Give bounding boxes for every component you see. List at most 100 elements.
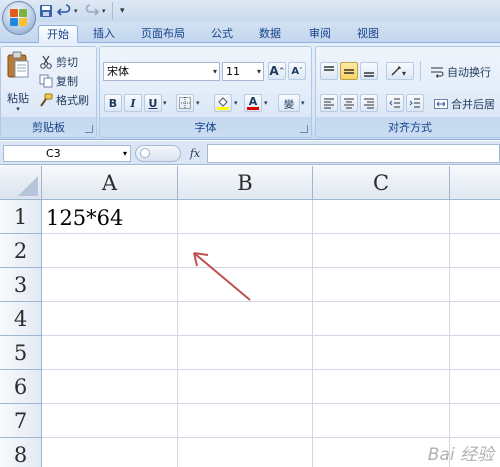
format-painter-label: 格式刷 bbox=[56, 94, 89, 107]
align-bottom-button[interactable] bbox=[360, 62, 378, 80]
orientation-button[interactable]: ▾ bbox=[386, 62, 414, 80]
shrink-font-button[interactable]: Aˇ bbox=[288, 62, 306, 80]
row-header-1[interactable]: 1 bbox=[0, 200, 42, 234]
column-header-c[interactable]: C bbox=[313, 166, 450, 200]
wrap-text-button[interactable]: 自动换行 bbox=[430, 63, 491, 81]
font-name-value: 宋体 bbox=[107, 65, 129, 78]
borders-dropdown-icon[interactable]: ▾ bbox=[196, 99, 200, 107]
font-launcher-icon[interactable] bbox=[300, 125, 308, 133]
formula-bar-divider-handle[interactable] bbox=[135, 145, 181, 162]
name-box-value: C3 bbox=[46, 147, 61, 160]
underline-button[interactable]: U bbox=[144, 94, 162, 112]
copy-button[interactable]: 复制 bbox=[39, 72, 78, 90]
row-header-7[interactable]: 7 bbox=[0, 404, 42, 438]
paste-label: 粘贴 bbox=[7, 92, 29, 105]
tab-insert[interactable]: 插入 bbox=[86, 25, 122, 43]
align-middle-button[interactable] bbox=[340, 62, 358, 80]
column-header-b[interactable]: B bbox=[178, 166, 313, 200]
underline-dropdown-icon[interactable]: ▾ bbox=[163, 99, 167, 107]
format-painter-button[interactable]: 格式刷 bbox=[39, 91, 89, 109]
redo-icon[interactable] bbox=[84, 3, 100, 19]
select-all-triangle-icon bbox=[18, 176, 38, 196]
bold-button[interactable]: B bbox=[104, 94, 122, 112]
chevron-down-icon: ▾ bbox=[256, 67, 261, 76]
annotation-arrow-icon bbox=[193, 252, 251, 301]
row-header-3[interactable]: 3 bbox=[0, 268, 42, 302]
paste-dropdown-icon: ▾ bbox=[16, 105, 20, 113]
undo-icon[interactable] bbox=[56, 3, 72, 19]
italic-label: I bbox=[130, 96, 136, 110]
name-box[interactable]: C3 ▾ bbox=[3, 145, 131, 162]
tab-data[interactable]: 数据 bbox=[252, 25, 288, 43]
font-color-dropdown-icon[interactable]: ▾ bbox=[264, 99, 268, 107]
tab-page-layout[interactable]: 页面布局 bbox=[134, 25, 192, 43]
row-header-2[interactable]: 2 bbox=[0, 234, 42, 268]
alignment-group-label: 对齐方式 bbox=[388, 121, 432, 134]
paint-bucket-icon bbox=[217, 97, 229, 110]
align-right-button[interactable] bbox=[360, 94, 378, 112]
font-color-button[interactable]: A bbox=[244, 94, 262, 112]
merge-center-label: 合并后居 bbox=[451, 98, 495, 111]
column-header-a[interactable]: A bbox=[42, 166, 178, 200]
borders-button[interactable] bbox=[176, 94, 194, 112]
fill-color-dropdown-icon[interactable]: ▾ bbox=[234, 99, 238, 107]
circle-icon bbox=[140, 148, 150, 158]
font-size-combo[interactable]: 11 ▾ bbox=[222, 62, 264, 81]
paste-button[interactable]: 粘贴 ▾ bbox=[3, 49, 33, 119]
customize-qat-button[interactable]: ▾ bbox=[120, 3, 128, 19]
qat-separator bbox=[112, 2, 113, 20]
increase-indent-button[interactable] bbox=[406, 94, 424, 112]
italic-button[interactable]: I bbox=[124, 94, 142, 112]
align-left-button[interactable] bbox=[320, 94, 338, 112]
undo-dropdown-icon[interactable]: ▾ bbox=[74, 3, 82, 19]
font-name-combo[interactable]: 宋体 ▾ bbox=[103, 62, 220, 81]
office-button[interactable] bbox=[2, 1, 36, 35]
font-size-value: 11 bbox=[226, 65, 240, 78]
row-header-8[interactable]: 8 bbox=[0, 438, 42, 467]
align-bottom-icon bbox=[364, 72, 374, 77]
orientation-icon: ▾ bbox=[391, 66, 406, 77]
column-header-d[interactable] bbox=[450, 166, 500, 200]
cut-button[interactable]: 剪切 bbox=[39, 53, 78, 71]
formula-input[interactable] bbox=[207, 144, 500, 163]
align-center-button[interactable] bbox=[340, 94, 358, 112]
watermark: Bai 经验 bbox=[427, 445, 494, 465]
clipboard-launcher-icon[interactable] bbox=[85, 125, 93, 133]
font-group-label: 字体 bbox=[194, 121, 217, 134]
insert-function-button[interactable]: fx bbox=[184, 145, 206, 162]
phonetic-dropdown-icon[interactable]: ▾ bbox=[301, 99, 305, 107]
save-icon[interactable] bbox=[38, 3, 54, 19]
align-top-button[interactable] bbox=[320, 62, 338, 80]
grow-font-button[interactable]: A ^ bbox=[268, 62, 286, 80]
tab-home[interactable]: 开始 bbox=[38, 25, 78, 44]
font-group: 宋体 ▾ 11 ▾ A ^ Aˇ B I U ▾ ▾ ▾ A ▾ 變 ▾ 字体 bbox=[99, 46, 312, 138]
tab-view[interactable]: 视图 bbox=[350, 25, 386, 43]
copy-label: 复制 bbox=[56, 75, 78, 88]
phonetic-button[interactable]: 變 bbox=[278, 94, 300, 112]
decrease-indent-button[interactable] bbox=[386, 94, 404, 112]
align-top-icon bbox=[324, 66, 334, 71]
title-bar: ▾ ▾ ▾ bbox=[0, 0, 500, 22]
up-caret-icon: ^ bbox=[278, 67, 285, 75]
formula-bar: C3 ▾ fx bbox=[0, 141, 500, 165]
worksheet-grid[interactable]: A B C 1 2 3 4 5 6 7 8 125*64 Bai 经验 bbox=[0, 166, 500, 467]
merge-center-button[interactable]: 合并后居 bbox=[434, 95, 495, 113]
tab-review[interactable]: 审阅 bbox=[302, 25, 338, 43]
format-painter-icon bbox=[39, 93, 53, 107]
paste-icon bbox=[7, 51, 29, 78]
select-all-button[interactable] bbox=[0, 166, 42, 200]
fill-color-button[interactable] bbox=[214, 94, 232, 112]
font-color-label: A bbox=[248, 94, 258, 108]
clipboard-group: 粘贴 ▾ 剪切 复制 格式刷 剪贴板 bbox=[0, 46, 97, 138]
cell-a1[interactable]: 125*64 bbox=[46, 200, 123, 234]
row-header-5[interactable]: 5 bbox=[0, 336, 42, 370]
row-header-4[interactable]: 4 bbox=[0, 302, 42, 336]
alignment-group: ▾ 自动换行 合并后居 对齐方式 bbox=[315, 46, 500, 138]
redo-dropdown-icon[interactable]: ▾ bbox=[102, 3, 110, 19]
wrap-text-icon bbox=[430, 65, 444, 79]
scissors-icon bbox=[39, 55, 53, 69]
office-logo-icon bbox=[10, 9, 28, 27]
tab-formulas[interactable]: 公式 bbox=[204, 25, 240, 43]
row-header-6[interactable]: 6 bbox=[0, 370, 42, 404]
bold-label: B bbox=[108, 96, 118, 110]
